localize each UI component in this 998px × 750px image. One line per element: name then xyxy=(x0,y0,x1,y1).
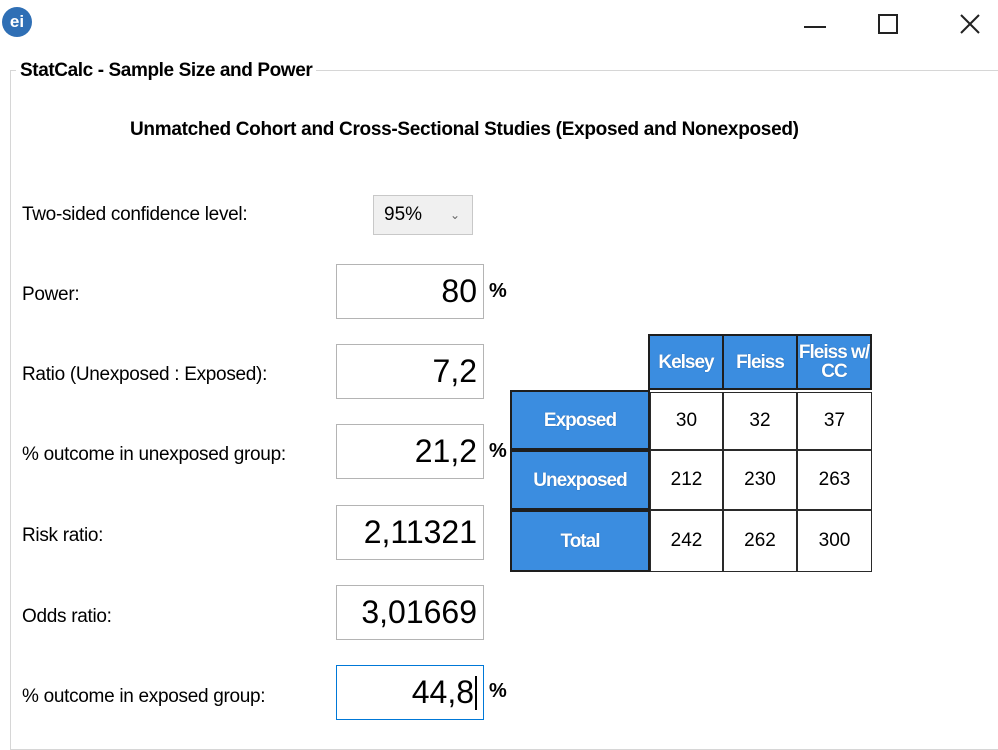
table-cell: 212 xyxy=(650,450,723,510)
risk-ratio-value: 2,11321 xyxy=(363,514,477,550)
close-button[interactable] xyxy=(950,8,990,40)
ratio-label: Ratio (Unexposed : Exposed): xyxy=(22,364,268,385)
ratio-input[interactable]: 7,2 xyxy=(336,344,484,399)
table-cell: 37 xyxy=(797,392,872,450)
title-bar: ei xyxy=(0,0,998,46)
column-header-fleiss: Fleiss xyxy=(722,334,798,390)
power-value: 80 xyxy=(441,273,477,309)
confidence-level-select[interactable]: 95% ⌄ xyxy=(373,195,473,235)
row-header-total: Total xyxy=(510,510,650,572)
table-cell: 242 xyxy=(650,510,723,572)
close-icon xyxy=(960,14,980,34)
chevron-down-icon: ⌄ xyxy=(449,208,460,222)
unexposed-outcome-input[interactable]: 21,2 xyxy=(336,424,484,479)
power-input[interactable]: 80 xyxy=(336,264,484,319)
unexposed-outcome-value: 21,2 xyxy=(414,433,477,469)
risk-ratio-input[interactable]: 2,11321 xyxy=(336,505,484,560)
study-type-title: Unmatched Cohort and Cross-Sectional Stu… xyxy=(130,119,799,140)
table-cell: 32 xyxy=(723,392,797,450)
table-cell: 300 xyxy=(797,510,872,572)
unexposed-outcome-unit: % xyxy=(489,440,507,462)
odds-ratio-value: 3,01669 xyxy=(361,594,477,630)
power-unit: % xyxy=(489,280,507,302)
exposed-outcome-value: 44,8 xyxy=(411,674,474,710)
maximize-icon xyxy=(878,14,898,34)
table-cell: 230 xyxy=(723,450,797,510)
column-header-fleiss-cc: Fleiss w/ CC xyxy=(796,334,872,390)
exposed-outcome-label: % outcome in exposed group: xyxy=(22,686,266,707)
ratio-value: 7,2 xyxy=(432,353,477,389)
group-title: StatCalc - Sample Size and Power xyxy=(16,60,317,82)
exposed-outcome-unit: % xyxy=(489,680,507,702)
minimize-icon xyxy=(804,26,826,28)
table-cell: 30 xyxy=(650,392,723,450)
text-cursor xyxy=(475,675,477,710)
confidence-level-label: Two-sided confidence level: xyxy=(22,204,248,225)
confidence-level-value: 95% xyxy=(384,204,423,225)
maximize-button[interactable] xyxy=(868,8,908,40)
odds-ratio-input[interactable]: 3,01669 xyxy=(336,585,484,640)
exposed-outcome-input[interactable]: 44,8 xyxy=(336,665,484,720)
row-header-exposed: Exposed xyxy=(510,390,650,450)
row-header-unexposed: Unexposed xyxy=(510,450,650,510)
odds-ratio-label: Odds ratio: xyxy=(22,606,112,627)
table-cell: 263 xyxy=(797,450,872,510)
column-header-kelsey: Kelsey xyxy=(648,334,724,390)
app-logo-icon: ei xyxy=(2,7,32,37)
power-label: Power: xyxy=(22,284,80,305)
minimize-button[interactable] xyxy=(795,8,835,40)
unexposed-outcome-label: % outcome in unexposed group: xyxy=(22,444,286,465)
table-cell: 262 xyxy=(723,510,797,572)
risk-ratio-label: Risk ratio: xyxy=(22,525,104,546)
